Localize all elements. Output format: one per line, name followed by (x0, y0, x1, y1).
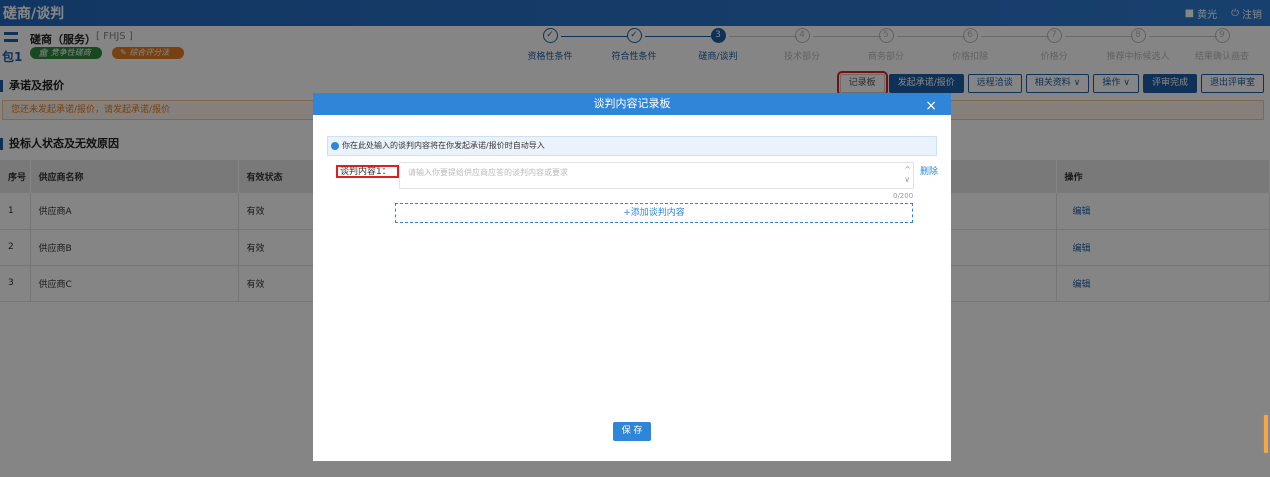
modal-header: 谈判内容记录板 × (313, 93, 951, 115)
negotiation-record-modal: 谈判内容记录板 × 你在此处输入的谈判内容将在你发起承诺/报价时自动导入 谈判内… (313, 93, 951, 461)
close-icon[interactable]: × (925, 98, 937, 114)
info-notice: 你在此处输入的谈判内容将在你发起承诺/报价时自动导入 (327, 136, 937, 156)
negotiation-content-label: 谈判内容1： (336, 165, 399, 178)
save-button[interactable]: 保 存 (613, 422, 651, 441)
info-icon (331, 142, 339, 150)
char-counter: 0/200 (893, 192, 914, 200)
add-content-button[interactable]: +添加谈判内容 (395, 203, 913, 223)
add-content-label: 添加谈判内容 (630, 208, 685, 218)
plus-icon: + (623, 208, 631, 218)
scrollbar-thumb[interactable] (1262, 413, 1270, 455)
delete-content-link[interactable]: 删除 (920, 164, 938, 177)
modal-title: 谈判内容记录板 (593, 97, 671, 110)
textarea-scroll-arrows[interactable]: ^ ∨ (904, 165, 911, 185)
notice-text: 你在此处输入的谈判内容将在你发起承诺/报价时自动导入 (342, 141, 545, 150)
input-placeholder: 请输入你要提给供应商应答的谈判内容或要求 (408, 168, 568, 177)
negotiation-content-input[interactable]: 请输入你要提给供应商应答的谈判内容或要求 ^ ∨ (399, 162, 914, 189)
